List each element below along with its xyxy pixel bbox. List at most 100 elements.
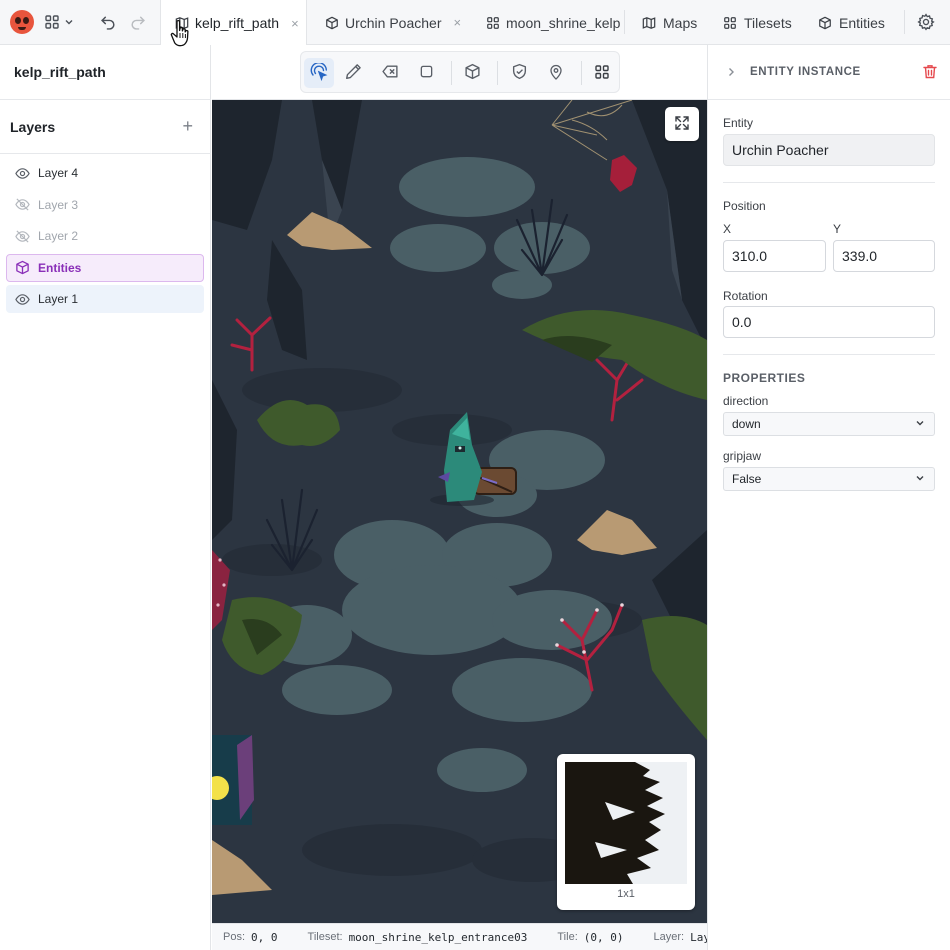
layer-name: Layer 3	[38, 197, 79, 212]
tile-preview: 1x1	[557, 754, 695, 910]
eraser-tool-button[interactable]	[375, 58, 405, 88]
divider	[624, 10, 625, 34]
nav-maps[interactable]: Maps	[642, 0, 697, 45]
nav-tilesets[interactable]: Tilesets	[723, 0, 792, 45]
gripjaw-value: False	[732, 472, 762, 486]
status-layer-label: Layer:	[653, 931, 685, 943]
select-tool-button[interactable]	[304, 58, 334, 88]
rectangle-icon	[419, 64, 434, 82]
divider	[904, 10, 905, 34]
status-tile: Tile: (0, 0)	[557, 931, 623, 944]
inspector-title: ENTITY INSTANCE	[750, 66, 861, 78]
tab-urchin-poacher[interactable]: Urchin Poacher ×	[311, 0, 463, 45]
cube-icon	[464, 63, 481, 83]
layer-name: Layer 4	[38, 166, 79, 180]
layer-item-layer-1[interactable]: Layer 1	[6, 285, 204, 313]
apps-menu-button[interactable]	[44, 12, 74, 32]
divider	[723, 182, 935, 183]
trash-icon[interactable]	[923, 64, 937, 82]
eraser-icon	[381, 63, 399, 83]
undo-icon	[100, 13, 117, 30]
pencil-icon	[345, 63, 362, 83]
status-layer-value: Layer 1	[690, 930, 707, 944]
position-y-input[interactable]: 339.0	[833, 240, 935, 272]
map-icon	[642, 16, 656, 30]
select-icon	[310, 61, 328, 84]
expand-icon	[674, 115, 690, 134]
entity-label: Entity	[723, 116, 754, 130]
shield-icon	[511, 63, 528, 83]
chevron-down-icon	[915, 472, 925, 486]
close-tab-icon[interactable]: ×	[454, 15, 462, 30]
rotation-label: Rotation	[723, 289, 768, 303]
layers-title: Layers	[10, 118, 56, 135]
close-tab-icon[interactable]: ×	[291, 16, 299, 31]
status-pos: Pos: 0, 0	[223, 931, 278, 944]
grid-icon	[594, 64, 610, 83]
eye-icon[interactable]	[15, 166, 30, 181]
status-tileset: Tileset: moon_shrine_kelp_entrance03	[308, 931, 528, 944]
position-label: Position	[723, 199, 766, 213]
grid-toggle-button[interactable]	[587, 58, 617, 88]
grid-icon	[486, 16, 500, 30]
layers-sidebar: kelp_rift_path Layers + Layer 4 Layer 3 …	[0, 45, 211, 950]
gear-icon	[917, 13, 935, 31]
eye-off-icon[interactable]	[15, 229, 30, 244]
status-tileset-label: Tileset:	[307, 931, 343, 943]
top-bar: kelp_rift_path × Urchin Poacher × moon_s…	[0, 0, 950, 46]
layer-item-layer-3[interactable]: Layer 3	[6, 191, 204, 219]
divider	[723, 354, 935, 355]
layer-item-layer-2[interactable]: Layer 2	[6, 222, 204, 250]
chevron-right-icon[interactable]	[726, 65, 736, 80]
status-tileset-value: moon_shrine_kelp_entrance03	[348, 930, 528, 944]
entity-tool-button[interactable]	[457, 58, 487, 88]
divider	[497, 61, 498, 85]
divider	[451, 61, 452, 85]
map-canvas[interactable]: 1x1	[212, 100, 707, 923]
eye-icon[interactable]	[15, 292, 30, 307]
tab-moon-shrine-kelp[interactable]: moon_shrine_kelp	[472, 0, 622, 45]
cube-icon	[325, 16, 339, 30]
layer-name: Layer 2	[38, 229, 79, 243]
waypoint-tool-button[interactable]	[541, 58, 571, 88]
redo-button[interactable]	[129, 13, 146, 30]
layer-name: Layer 1	[38, 292, 79, 306]
properties-title: PROPERTIES	[723, 371, 806, 385]
nav-tilesets-label: Tilesets	[744, 14, 792, 31]
tile-preview-image	[565, 762, 687, 884]
pin-icon	[548, 64, 564, 83]
chevron-down-icon	[64, 17, 74, 27]
rotation-input[interactable]: 0.0	[723, 306, 935, 338]
fullscreen-button[interactable]	[665, 107, 699, 141]
undo-button[interactable]	[100, 13, 117, 30]
x-label: X	[723, 222, 732, 236]
gripjaw-select[interactable]: False	[723, 467, 935, 491]
tool-palette	[300, 51, 620, 93]
eye-off-icon[interactable]	[15, 197, 30, 212]
add-layer-button[interactable]: +	[182, 116, 193, 137]
collision-tool-button[interactable]	[504, 58, 534, 88]
crab-logo-icon[interactable]	[10, 10, 34, 34]
grid-icon	[44, 14, 60, 30]
gripjaw-label: gripjaw	[723, 449, 762, 463]
nav-maps-label: Maps	[663, 14, 698, 31]
canvas-toolbar-strip	[212, 45, 707, 100]
nav-entities[interactable]: Entities	[818, 0, 885, 45]
pencil-tool-button[interactable]	[338, 58, 368, 88]
tab-label: moon_shrine_kelp	[506, 14, 621, 31]
layer-list: Layer 4 Layer 3 Layer 2 Entities Layer 1	[6, 159, 204, 317]
rectangle-tool-button[interactable]	[411, 58, 441, 88]
layer-item-entities[interactable]: Entities	[6, 253, 204, 282]
redo-icon	[129, 13, 146, 30]
position-x-input[interactable]: 310.0	[723, 240, 826, 272]
direction-label: direction	[723, 394, 769, 408]
direction-select[interactable]: down	[723, 412, 935, 436]
status-layer: Layer: Layer 1	[654, 931, 708, 944]
cube-icon	[818, 16, 832, 30]
layers-header: Layers +	[0, 100, 211, 154]
settings-button[interactable]	[917, 13, 935, 31]
chevron-down-icon	[915, 417, 925, 431]
status-pos-label: Pos:	[223, 931, 246, 943]
layer-item-layer-4[interactable]: Layer 4	[6, 159, 204, 187]
status-tile-label: Tile:	[557, 931, 578, 943]
